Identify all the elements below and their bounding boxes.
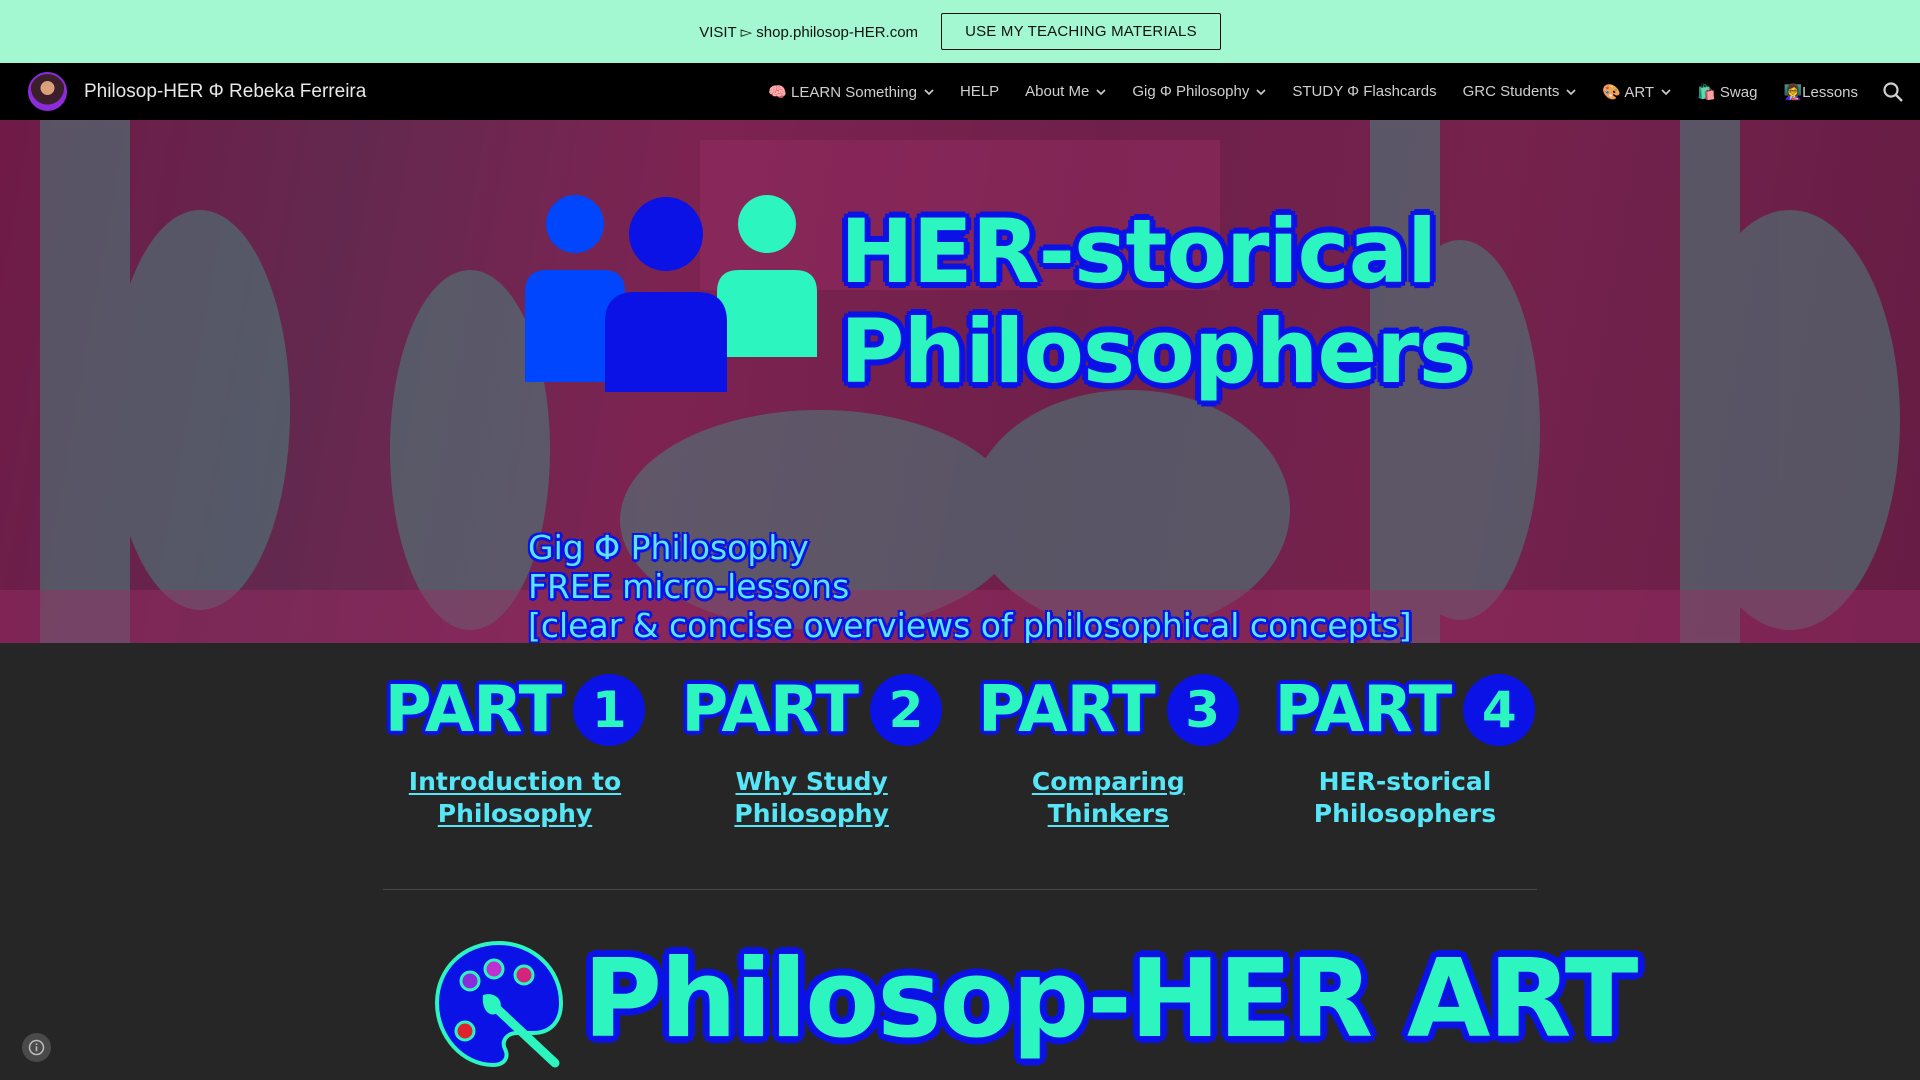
nav-item-label: 🎨 ART (1602, 83, 1655, 101)
part-badge: PART 4 (1275, 672, 1536, 748)
part-3: PART 3 Comparing Thinkers (978, 672, 1239, 830)
chevron-down-icon (1661, 88, 1671, 95)
nav-item-label: 🧠 LEARN Something (768, 83, 917, 101)
part-label-line: Philosophers (1313, 799, 1497, 828)
parts-row: PART 1 Introduction to Philosophy PART 2… (385, 672, 1536, 830)
site-title[interactable]: Philosop-HER Φ Rebeka Ferreira (84, 81, 366, 103)
part-word: PART (681, 673, 859, 747)
part-number: 2 (869, 674, 942, 746)
part-badge: PART 3 (978, 672, 1239, 748)
part-3-link[interactable]: Comparing Thinkers (978, 766, 1238, 830)
info-glyph (28, 1039, 45, 1056)
nav-item-help[interactable]: HELP (960, 83, 999, 100)
part-link-line: Philosophy (437, 799, 593, 828)
top-nav: Philosop-HER Φ Rebeka Ferreira 🧠 LEARN S… (0, 63, 1920, 120)
brand[interactable]: Philosop-HER Φ Rebeka Ferreira (28, 72, 366, 111)
part-2-link[interactable]: Why Study Philosophy (734, 766, 888, 830)
nav-item-gig-philosophy[interactable]: Gig Φ Philosophy (1132, 83, 1266, 100)
hero-subtitle: Gig Φ Philosophy FREE micro-lessons [cle… (528, 528, 1412, 643)
nav-item-label: GRC Students (1462, 83, 1560, 100)
hero-subtitle-line-1: Gig Φ Philosophy (528, 528, 809, 567)
part-1: PART 1 Introduction to Philosophy (385, 672, 646, 830)
nav-item-label: 👩‍🏫Lessons (1783, 83, 1858, 101)
search-icon[interactable] (1882, 81, 1904, 103)
nav-item-grc-students[interactable]: GRC Students (1463, 83, 1577, 100)
art-title: Philosop-HER ART (583, 937, 1638, 1062)
chevron-down-icon (1256, 88, 1266, 95)
part-link-line: Introduction to (408, 767, 622, 796)
hero-banner: HER-storical Philosophers Gig Φ Philosop… (0, 120, 1920, 643)
hero-title-line-1: HER-storical (840, 200, 1437, 303)
part-number: 3 (1166, 674, 1239, 746)
part-word: PART (978, 673, 1156, 747)
avatar[interactable] (28, 72, 67, 111)
hero-title-line-2: Philosophers (840, 300, 1471, 403)
part-badge: PART 1 (385, 672, 646, 748)
nav-item-label: 🛍️ Swag (1697, 83, 1758, 101)
hero-title: HER-storical Philosophers (840, 200, 1471, 403)
chevron-down-icon (924, 88, 934, 95)
nav-item-label: HELP (959, 83, 1000, 100)
nav-item-label: STUDY Φ Flashcards (1292, 83, 1437, 100)
nav-item-art[interactable]: 🎨 ART (1602, 83, 1671, 101)
part-link-line: Philosophy (734, 799, 889, 828)
part-word: PART (1274, 673, 1453, 747)
chevron-down-icon (1566, 88, 1576, 95)
hero-subtitle-line-2: FREE micro-lessons (528, 567, 850, 606)
part-4: PART 4 HER-storical Philosophers (1275, 672, 1536, 830)
part-link-line: Comparing Thinkers (1031, 767, 1185, 828)
nav-item-swag[interactable]: 🛍️ Swag (1697, 83, 1757, 101)
announcement-text[interactable]: VISIT ▻ shop.philosop-HER.com (699, 23, 918, 41)
teaching-materials-button[interactable]: USE MY TEACHING MATERIALS (941, 13, 1221, 50)
part-1-link[interactable]: Introduction to Philosophy (409, 766, 621, 830)
part-number: 1 (573, 674, 646, 746)
nav-item-label: Gig Φ Philosophy (1132, 83, 1250, 100)
part-badge: PART 2 (681, 672, 942, 748)
info-icon[interactable] (22, 1033, 51, 1062)
nav-item-label: About Me (1025, 83, 1090, 100)
art-section: Philosop-HER ART (433, 935, 1638, 1075)
section-divider (383, 889, 1537, 890)
announcement-bar: VISIT ▻ shop.philosop-HER.com USE MY TEA… (0, 0, 1920, 63)
nav-item-study-flashcards[interactable]: STUDY Φ Flashcards (1292, 83, 1436, 100)
part-2: PART 2 Why Study Philosophy (681, 672, 942, 830)
part-word: PART (384, 673, 563, 747)
part-number: 4 (1463, 674, 1536, 746)
chevron-down-icon (1096, 88, 1106, 95)
hero-subtitle-line-3: [clear & concise overviews of philosophi… (528, 606, 1412, 643)
nav-item-learn[interactable]: 🧠 LEARN Something (768, 83, 934, 101)
nav-menu: 🧠 LEARN Something HELP About Me Gig Φ Ph… (768, 63, 1858, 120)
palette-icon (434, 940, 564, 1068)
people-icon (525, 195, 817, 392)
nav-item-about-me[interactable]: About Me (1025, 83, 1106, 100)
nav-item-lessons[interactable]: 👩‍🏫Lessons (1783, 83, 1858, 101)
part-link-line: Why Study (735, 767, 888, 796)
part-4-label: HER-storical Philosophers (1314, 766, 1496, 830)
part-label-line: HER-storical (1318, 767, 1492, 796)
